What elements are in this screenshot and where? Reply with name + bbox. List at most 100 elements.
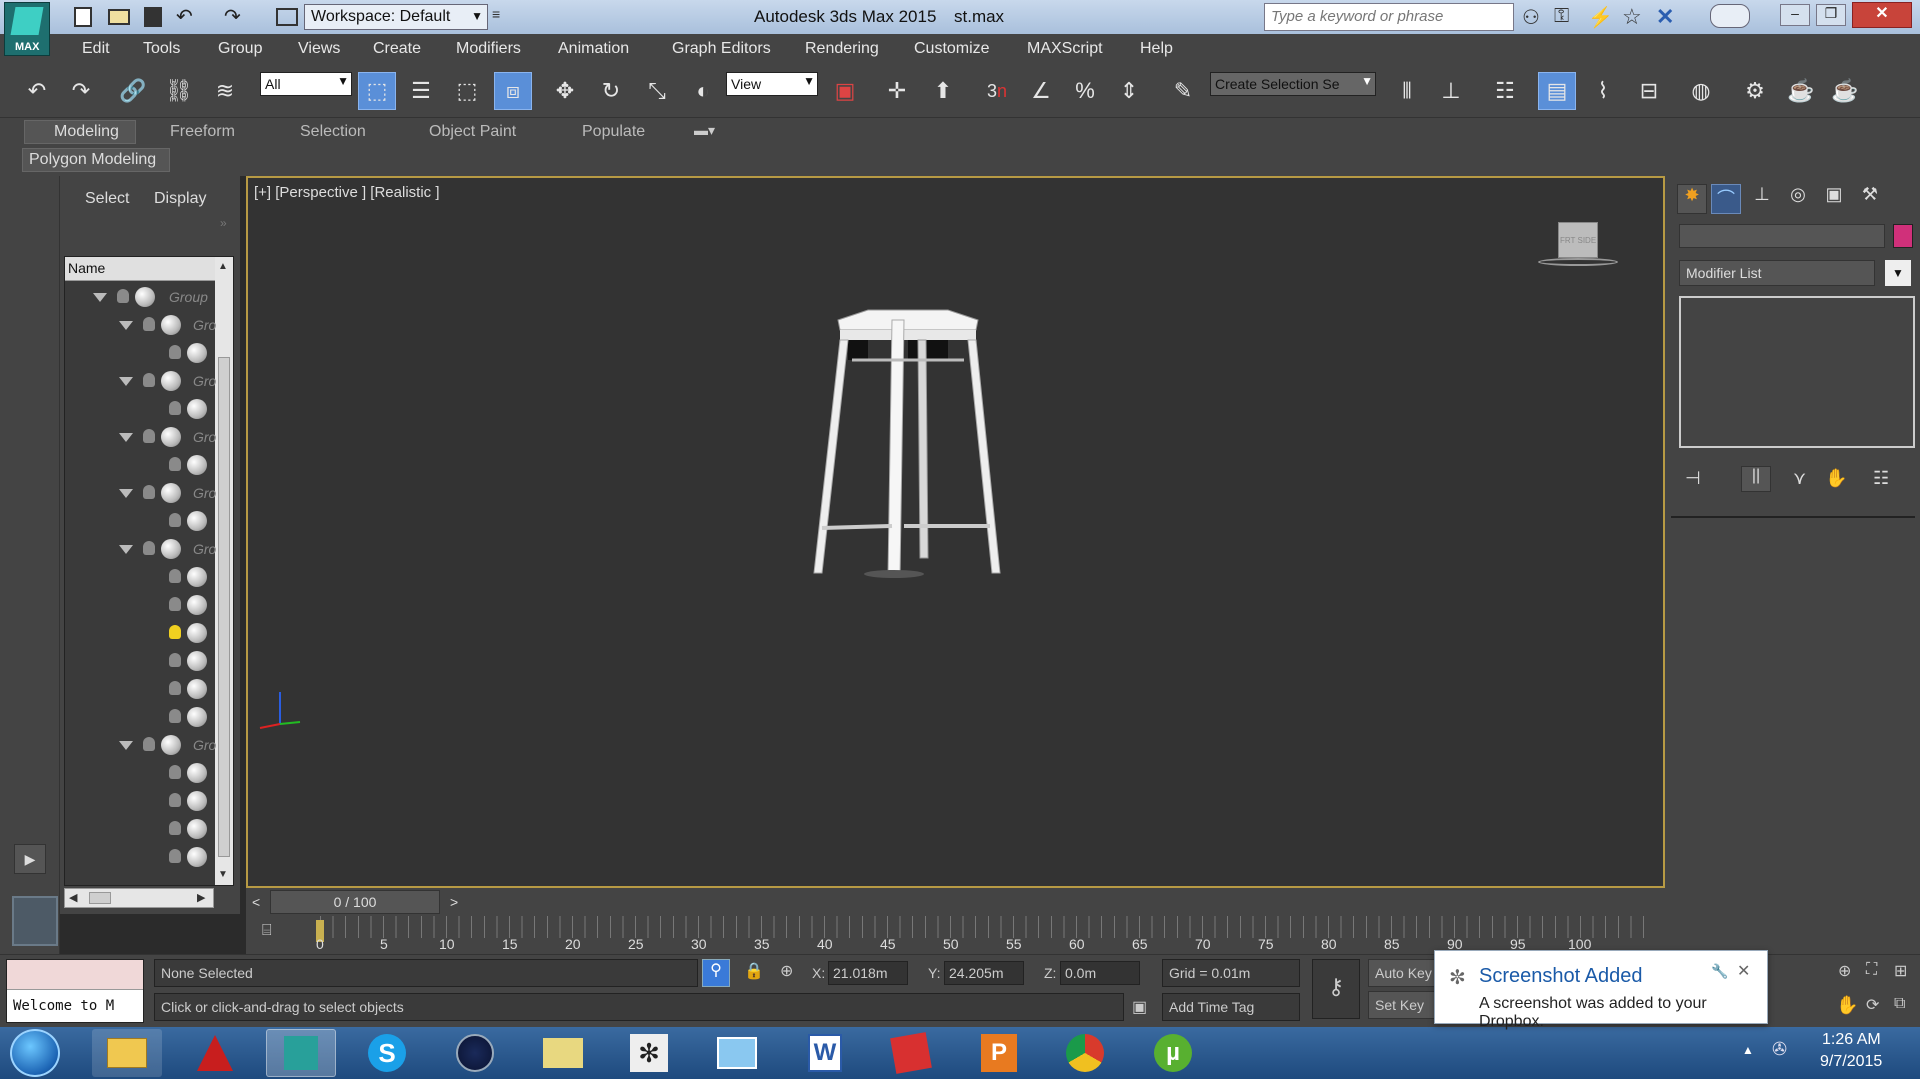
material-editor-icon[interactable]: ◍ <box>1682 72 1720 110</box>
placement-icon[interactable]: ◐ <box>684 72 722 110</box>
nav-maximize-viewport-icon[interactable]: ⧉ <box>1894 995 1905 1013</box>
app-logo[interactable]: MAX <box>4 2 50 56</box>
redo-icon[interactable]: ↷ <box>224 4 241 29</box>
workspace-dropdown[interactable]: Workspace: Default ▼ <box>304 4 488 30</box>
tree-root-group[interactable]: Group <box>65 283 215 311</box>
subscription-icon[interactable]: ⚡ <box>1588 5 1613 30</box>
rectangle-selection-icon[interactable]: ⬚ <box>448 72 486 110</box>
remove-modifier-icon[interactable]: ✋ <box>1825 468 1847 489</box>
taskbar-zbrush-icon[interactable]: ✻ <box>614 1029 684 1077</box>
light-bulb-icon[interactable] <box>169 709 181 723</box>
z-coord-field[interactable]: 0.0m <box>1060 961 1140 985</box>
nav-pan-icon[interactable]: ✋ <box>1836 995 1858 1016</box>
render-sphere-icon[interactable] <box>187 707 207 727</box>
taskbar-explorer-icon[interactable] <box>92 1029 162 1077</box>
light-bulb-icon[interactable] <box>143 429 155 443</box>
collapse-arrow-icon[interactable] <box>119 741 133 750</box>
select-and-link-icon[interactable]: 🔗 <box>114 72 152 110</box>
tree-group-4[interactable]: Gro <box>65 479 216 507</box>
collapse-arrow-icon[interactable] <box>119 433 133 442</box>
render-setup-icon[interactable]: ⚙ <box>1736 72 1774 110</box>
render-sphere-icon[interactable] <box>187 343 207 363</box>
viewport-label[interactable]: [+] [Perspective ] [Realistic ] <box>254 184 440 201</box>
layer-thumbnail[interactable] <box>12 896 58 946</box>
menu-rendering[interactable]: Rendering <box>805 40 879 58</box>
light-bulb-icon[interactable] <box>143 485 155 499</box>
taskbar-folder-icon[interactable] <box>528 1029 598 1077</box>
collapse-arrow-icon[interactable] <box>119 321 133 330</box>
light-bulb-icon[interactable] <box>169 793 181 807</box>
tree-object[interactable] <box>65 675 215 703</box>
tree-object[interactable] <box>65 395 215 423</box>
render-sphere-icon[interactable] <box>161 371 181 391</box>
menu-modifiers[interactable]: Modifiers <box>456 40 521 58</box>
collapse-arrow-icon[interactable] <box>93 293 107 302</box>
render-sphere-icon[interactable] <box>161 315 181 335</box>
render-sphere-icon[interactable] <box>135 287 155 307</box>
tab-selection[interactable]: Selection <box>300 123 366 141</box>
minimize-button[interactable]: – <box>1780 4 1810 26</box>
cmd-tab-modify-icon[interactable]: ⌒ <box>1711 184 1741 214</box>
key-search-icon[interactable]: ⚿ <box>1554 5 1569 28</box>
taskbar-sketchup-icon[interactable] <box>876 1029 946 1077</box>
x-coord-field[interactable]: 21.018m <box>828 961 908 985</box>
menu-views[interactable]: Views <box>298 40 340 58</box>
align-icon[interactable]: ⊥ <box>1432 72 1470 110</box>
render-sphere-icon[interactable] <box>161 427 181 447</box>
light-bulb-icon[interactable] <box>143 373 155 387</box>
menu-graph-editors[interactable]: Graph Editors <box>672 40 771 58</box>
taskbar-cinema4d-icon[interactable] <box>440 1029 510 1077</box>
perspective-viewport[interactable]: [+] [Perspective ] [Realistic ] FRT SIDE <box>246 176 1665 888</box>
tree-object[interactable] <box>65 843 215 871</box>
viewcube[interactable]: FRT SIDE <box>1538 222 1618 268</box>
configure-modifier-sets-icon[interactable]: ☷ <box>1873 468 1889 489</box>
cmd-tab-create-icon[interactable]: ✸ <box>1677 184 1707 214</box>
make-unique-icon[interactable]: ⋎ <box>1793 468 1806 489</box>
close-button[interactable]: ✕ <box>1852 2 1912 28</box>
nav-maximize-icon[interactable]: ⊞ <box>1894 961 1907 981</box>
absolute-mode-icon[interactable]: ⊕ <box>780 961 793 981</box>
selection-lock-icon[interactable]: 🔒 <box>744 961 764 981</box>
light-bulb-icon[interactable] <box>169 457 181 471</box>
light-bulb-icon[interactable] <box>169 765 181 779</box>
tree-object[interactable] <box>65 787 215 815</box>
dropbox-notification[interactable]: ✼ Screenshot Added 🔧 ✕ A screenshot was … <box>1434 950 1768 1030</box>
tree-object[interactable] <box>65 815 215 843</box>
menu-tools[interactable]: Tools <box>143 40 180 58</box>
undo-icon[interactable]: ↶ <box>176 4 193 29</box>
light-bulb-icon[interactable] <box>143 737 155 751</box>
nav-zoom-icon[interactable]: ⊕ <box>1838 961 1851 981</box>
spinner-snap-icon[interactable]: ⇕ <box>1110 72 1148 110</box>
menu-animation[interactable]: Animation <box>558 40 629 58</box>
light-bulb-icon[interactable] <box>143 541 155 555</box>
expand-panel-button[interactable]: ▶ <box>14 844 46 874</box>
exchange-icon[interactable]: ✕ <box>1656 4 1674 30</box>
project-folder-icon[interactable] <box>276 8 298 26</box>
tree-scrollbar[interactable]: ▲ ▼ <box>215 257 233 885</box>
render-sphere-icon[interactable] <box>187 595 207 615</box>
object-name-field[interactable] <box>1679 224 1885 248</box>
render-production-icon[interactable]: ☕ <box>1826 72 1864 110</box>
nav-zoom-extents-icon[interactable]: ⛶ <box>1866 961 1877 979</box>
clock-time[interactable]: 1:26 AM <box>1822 1031 1881 1049</box>
scale-icon[interactable]: ⤡ <box>638 72 676 110</box>
select-object-icon[interactable]: ⬚ <box>358 72 396 110</box>
light-bulb-icon[interactable] <box>169 401 181 415</box>
render-sphere-icon[interactable] <box>187 791 207 811</box>
select-by-name-icon[interactable]: ☰ <box>402 72 440 110</box>
render-sphere-icon[interactable] <box>187 651 207 671</box>
isolate-selection-icon[interactable]: ⚲ <box>702 959 730 987</box>
qat-menu-icon[interactable]: ≡ <box>492 6 500 22</box>
tree-object[interactable] <box>65 703 215 731</box>
snaps-toggle-icon[interactable]: 3n <box>978 72 1016 110</box>
tree-group-2[interactable]: Gro <box>65 367 216 395</box>
tab-freeform[interactable]: Freeform <box>170 123 235 141</box>
tray-dropbox-icon[interactable]: ✇ <box>1772 1039 1787 1060</box>
collapse-arrow-icon[interactable] <box>119 489 133 498</box>
stool-model[interactable] <box>808 308 1008 608</box>
keyboard-shortcut-override-icon[interactable]: ⬆ <box>924 72 962 110</box>
tree-object[interactable] <box>65 591 215 619</box>
maximize-button[interactable]: ❐ <box>1816 4 1846 26</box>
light-bulb-icon[interactable] <box>169 681 181 695</box>
light-bulb-icon[interactable] <box>169 513 181 527</box>
